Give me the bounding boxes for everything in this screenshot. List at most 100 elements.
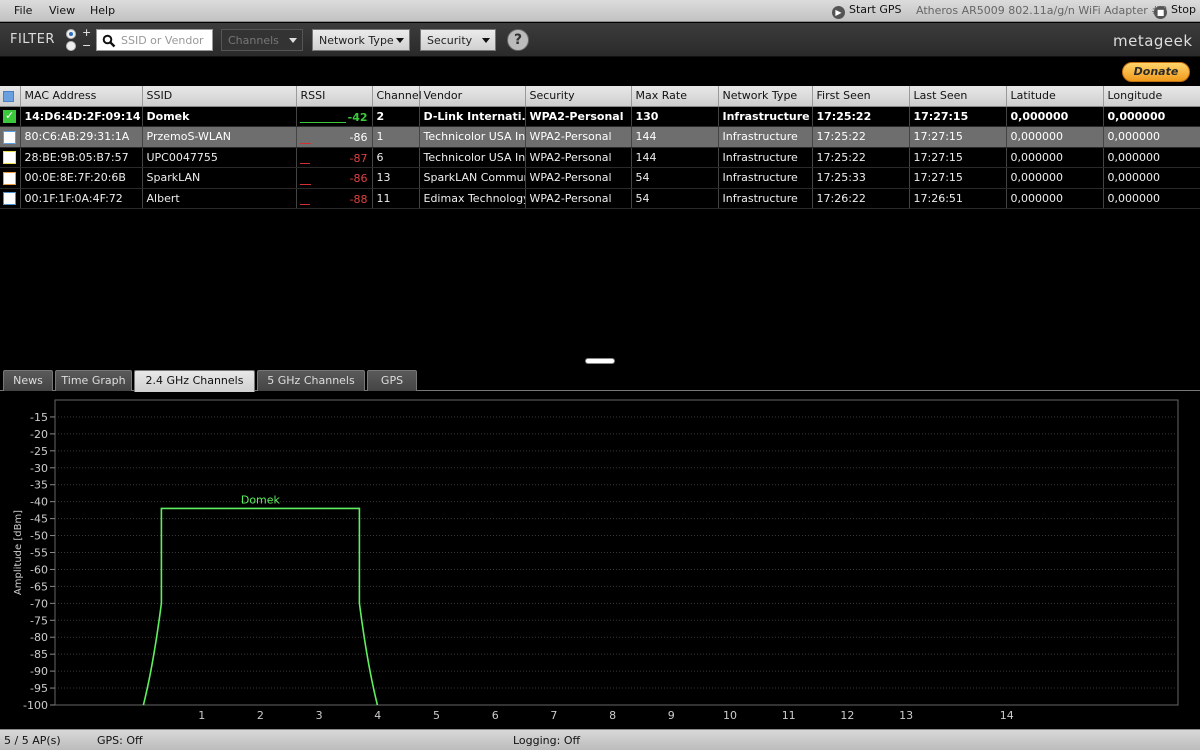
channel-cell: 1 xyxy=(372,126,420,148)
last-seen-cell: 17:27:15 xyxy=(909,167,1007,189)
y-tick-label: -45 xyxy=(30,513,48,526)
x-tick-label: 3 xyxy=(316,709,323,722)
splitter-handle[interactable] xyxy=(585,358,615,364)
y-tick-label: -30 xyxy=(30,462,48,475)
series-label: Domek xyxy=(241,493,281,506)
table-row[interactable]: 00:1F:1F:0A:4F:72 Albert -88 11 Edimax Techn… xyxy=(0,188,1200,209)
security-cell: WPA2-Personal xyxy=(525,147,632,168)
y-tick-label: -65 xyxy=(30,580,48,593)
column-header[interactable]: Network Type xyxy=(718,86,813,107)
donate-button[interactable]: Donate xyxy=(1122,62,1190,82)
column-header[interactable]: Last Seen xyxy=(909,86,1007,107)
vendor-cell: D-Link Internati... xyxy=(419,106,526,127)
table-row[interactable]: 14:D6:4D:2F:09:14Domek -42 2D-Link Interna… xyxy=(0,106,1200,127)
x-tick-label: 7 xyxy=(550,709,557,722)
tab-bar: News Time Graph 2.4 GHz Channels 5 GHz C… xyxy=(0,369,1200,392)
column-header[interactable]: Longitude xyxy=(1103,86,1200,107)
checkbox-icon xyxy=(3,90,14,102)
stop-label: Stop xyxy=(1171,3,1197,16)
tab-news[interactable]: News xyxy=(3,370,53,391)
last-seen-cell: 17:26:51 xyxy=(909,188,1007,209)
tab-24ghz-channels[interactable]: 2.4 GHz Channels xyxy=(134,370,255,392)
search-icon xyxy=(102,34,116,48)
rssi-cell: -86 xyxy=(296,126,373,148)
column-header[interactable]: RSSI xyxy=(296,86,373,107)
row-checkbox-cell[interactable] xyxy=(0,147,21,168)
latitude-cell: 0,000000 xyxy=(1006,126,1104,148)
network-type-dropdown[interactable]: Network Type xyxy=(312,29,410,51)
row-checkbox-cell[interactable] xyxy=(0,188,21,209)
column-header[interactable]: Channel xyxy=(372,86,422,107)
longitude-cell: 0,000000 xyxy=(1103,126,1200,148)
column-header[interactable]: Latitude xyxy=(1006,86,1104,107)
row-checkbox-cell[interactable] xyxy=(0,167,21,189)
rssi-value: -87 xyxy=(349,151,368,165)
row-checkbox[interactable] xyxy=(3,192,16,205)
search-input[interactable] xyxy=(121,33,211,47)
tab-time-graph[interactable]: Time Graph xyxy=(55,370,132,391)
metageek-logo: metageek xyxy=(1113,32,1193,50)
status-bar: 5 / 5 AP(s) GPS: Off Logging: Off xyxy=(0,729,1200,750)
start-gps-button[interactable]: ▶ Start GPS xyxy=(832,3,902,19)
search-box xyxy=(96,29,213,51)
tab-5ghz-channels[interactable]: 5 GHz Channels xyxy=(257,370,365,391)
row-checkbox[interactable] xyxy=(3,151,16,164)
first-seen-cell: 17:25:22 xyxy=(812,106,910,127)
column-header[interactable]: Security xyxy=(525,86,632,107)
security-cell: WPA2-Personal xyxy=(525,167,632,189)
table-row[interactable]: 28:BE:9B:05:B7:57 UPC0047755 -87 6 Technicol… xyxy=(0,147,1200,168)
x-tick-label: 4 xyxy=(374,709,381,722)
menu-help[interactable]: Help xyxy=(90,4,115,17)
select-all-checkbox[interactable] xyxy=(0,86,21,107)
y-axis-label: Amplitude [dBm] xyxy=(13,510,24,595)
channels-dropdown[interactable]: Channels xyxy=(221,29,303,51)
tab-gps[interactable]: GPS xyxy=(367,370,417,391)
row-checkbox[interactable] xyxy=(3,130,16,144)
y-tick-label: -60 xyxy=(30,563,48,576)
menu-file[interactable]: File xyxy=(14,4,32,17)
network-type-dropdown-label: Network Type xyxy=(319,34,394,47)
longitude-cell: 0,000000 xyxy=(1103,167,1200,189)
column-header[interactable]: SSID xyxy=(142,86,297,107)
column-header[interactable]: Vendor xyxy=(419,86,526,107)
rssi-bar xyxy=(299,183,311,185)
network-type-cell: Infrastructure xyxy=(718,126,813,148)
adapter-selector[interactable]: Atheros AR5009 802.11a/g/n WiFi Adapter … xyxy=(916,4,1168,17)
longitude-cell: 0,000000 xyxy=(1103,147,1200,168)
row-checkbox[interactable] xyxy=(3,109,16,123)
help-button[interactable]: ? xyxy=(507,29,529,51)
filter-include-radio[interactable] xyxy=(66,29,76,39)
rssi-cell: -87 xyxy=(296,147,373,168)
chevron-down-icon xyxy=(289,38,297,43)
security-dropdown[interactable]: Security xyxy=(420,29,496,51)
rssi-bar xyxy=(299,142,311,144)
vendor-cell: SparkLAN Communi... xyxy=(419,167,526,189)
y-tick-label: -75 xyxy=(30,614,48,627)
column-header[interactable]: MAC Address xyxy=(20,86,143,107)
rssi-bar xyxy=(299,163,310,164)
latitude-cell: 0,000000 xyxy=(1006,188,1104,209)
rssi-value: -42 xyxy=(347,110,368,124)
x-tick-label: 11 xyxy=(782,709,796,722)
channel-cell: 11 xyxy=(372,188,420,209)
row-checkbox-cell[interactable] xyxy=(0,126,21,148)
column-header[interactable]: First Seen xyxy=(812,86,910,107)
max-rate-cell: 144 xyxy=(631,147,719,168)
filter-exclude-radio[interactable] xyxy=(66,41,76,51)
table-row[interactable]: 80:C6:AB:29:31:1A PrzemoS-WLAN -86 1 Technic… xyxy=(0,126,1200,148)
table-row[interactable]: 00:0E:8E:7F:20:6B SparkLAN -86 13 SparkLAN C… xyxy=(0,167,1200,189)
column-header[interactable]: Max Rate xyxy=(631,86,719,107)
first-seen-cell: 17:25:22 xyxy=(812,147,910,168)
rssi-value: -86 xyxy=(349,172,368,185)
first-seen-cell: 17:26:22 xyxy=(812,188,910,209)
last-seen-cell: 17:27:15 xyxy=(909,126,1007,148)
latitude-cell: 0,000000 xyxy=(1006,106,1104,127)
vendor-cell: Technicolor USA Inc. xyxy=(419,147,526,168)
stop-button[interactable]: ■ Stop xyxy=(1154,3,1196,19)
vendor-cell: Technicolor USA Inc. xyxy=(419,126,526,148)
ssid-cell: SparkLAN xyxy=(142,167,297,189)
chevron-down-icon xyxy=(482,38,490,43)
row-checkbox-cell[interactable] xyxy=(0,106,21,127)
menu-view[interactable]: View xyxy=(49,4,75,17)
row-checkbox[interactable] xyxy=(3,171,16,185)
